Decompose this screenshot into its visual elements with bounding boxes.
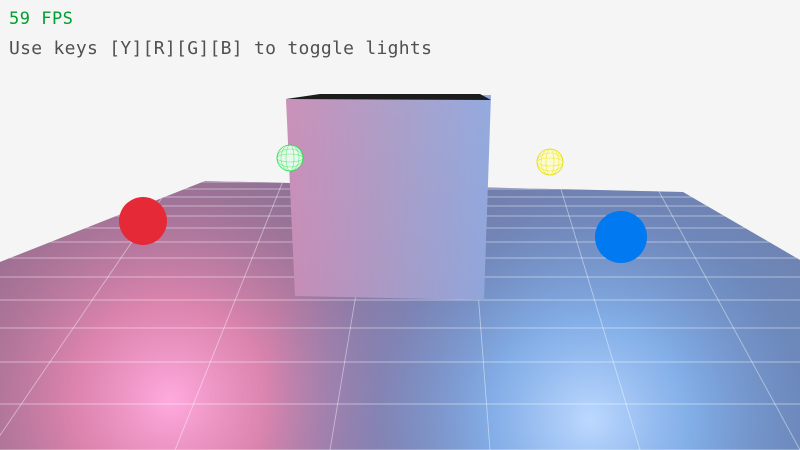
light-sphere-red[interactable] <box>119 197 167 245</box>
fps-counter: 59 FPS <box>9 9 74 29</box>
controls-hint: Use keys [Y][R][G][B] to toggle lights <box>9 38 433 59</box>
light-sphere-blue[interactable] <box>595 211 647 263</box>
light-sphere-yellow[interactable] <box>536 148 564 176</box>
light-sphere-green[interactable] <box>276 144 304 172</box>
cube <box>286 94 491 300</box>
3d-viewport[interactable] <box>0 0 800 450</box>
